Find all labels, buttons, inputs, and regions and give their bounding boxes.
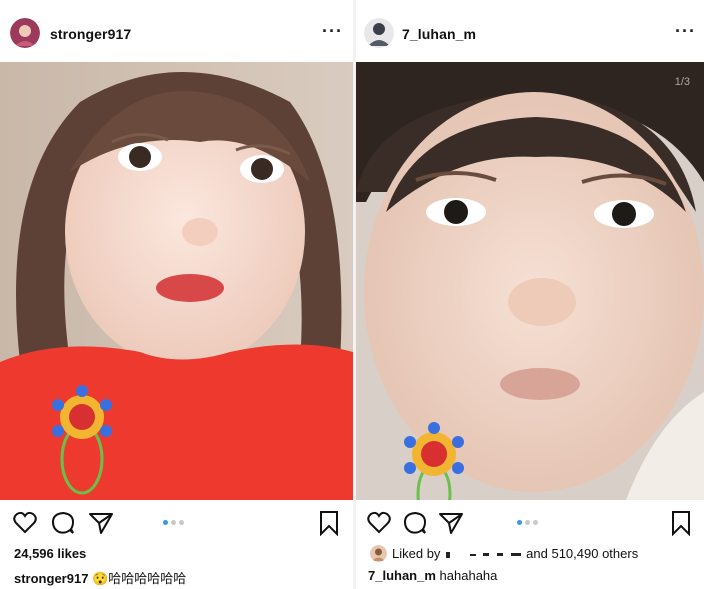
post-header: 7_luhan_m ···: [356, 0, 704, 62]
redaction-mark: [483, 553, 490, 557]
caption-text: 哈哈哈哈哈哈: [108, 571, 187, 586]
username[interactable]: stronger917: [50, 26, 131, 42]
user-avatar[interactable]: [10, 18, 40, 48]
heart-icon[interactable]: [12, 510, 38, 536]
liked-by-prefix: Liked by: [392, 546, 441, 561]
post-photo[interactable]: 1/3: [356, 62, 704, 500]
caption-text: hahahaha: [439, 568, 498, 583]
post-7-luhan-m: 7_luhan_m ··· 1/3 Liked by and 510,490 o…: [356, 0, 704, 589]
share-icon[interactable]: [438, 510, 464, 536]
post-photo[interactable]: [0, 62, 353, 500]
caption-emoji: 😯: [92, 571, 109, 586]
redaction-mark: [469, 553, 476, 556]
post-stronger917: stronger917 ··· 24,596 likes stronger917…: [0, 0, 353, 589]
liked-by-suffix: and 510,490 others: [526, 546, 639, 561]
caption-username[interactable]: 7_luhan_m: [368, 568, 436, 583]
carousel-dot: [533, 520, 538, 525]
liked-by-avatar[interactable]: [370, 545, 387, 562]
carousel-dot: [179, 520, 184, 525]
comment-icon[interactable]: [50, 510, 76, 536]
photo-counter: 1/3: [674, 76, 690, 88]
redaction-mark: [496, 553, 503, 557]
post-header: stronger917 ···: [0, 0, 353, 62]
username[interactable]: 7_luhan_m: [402, 26, 476, 42]
liked-by-text[interactable]: Liked by and 510,490 others: [392, 546, 638, 561]
instagram-comparison: stronger917 ··· 24,596 likes stronger917…: [0, 0, 704, 589]
bookmark-icon[interactable]: [668, 510, 694, 536]
more-options-icon[interactable]: ···: [675, 22, 696, 40]
caption: stronger917 😯哈哈哈哈哈哈: [14, 568, 186, 587]
like-count[interactable]: 24,596 likes: [14, 546, 86, 561]
carousel-dot: [525, 520, 530, 525]
caption-username[interactable]: stronger917: [14, 571, 88, 586]
action-bar: [356, 510, 704, 538]
caption: 7_luhan_m hahahaha: [368, 568, 497, 583]
more-options-icon[interactable]: ···: [322, 22, 343, 40]
carousel-dot: [517, 520, 522, 525]
redaction-mark: [510, 553, 521, 557]
comment-icon[interactable]: [402, 510, 428, 536]
share-icon[interactable]: [88, 510, 114, 536]
carousel-dot: [163, 520, 168, 525]
heart-icon[interactable]: [366, 510, 392, 536]
carousel-dot: [171, 520, 176, 525]
user-avatar[interactable]: [364, 18, 394, 48]
action-bar: [0, 510, 353, 538]
liked-by-row: Liked by and 510,490 others: [370, 545, 704, 564]
redaction-mark: [446, 551, 451, 558]
bookmark-icon[interactable]: [316, 510, 342, 536]
